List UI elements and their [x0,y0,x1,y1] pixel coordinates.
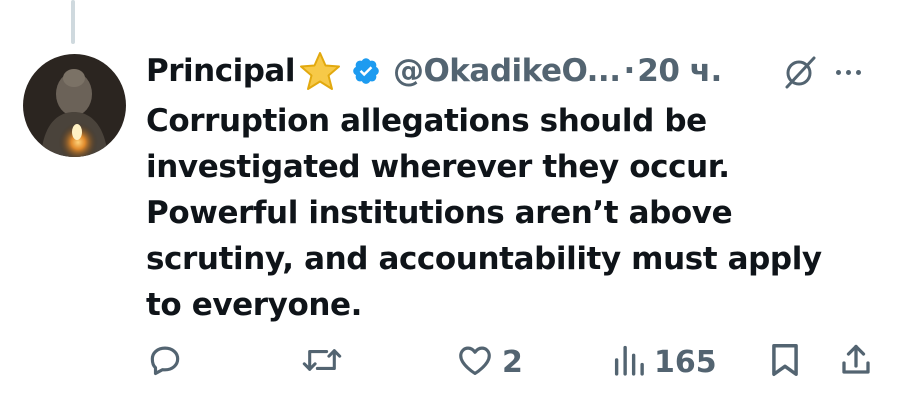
tweet-text-line: to everyone. [146,287,363,323]
share-button[interactable] [838,337,874,387]
views-button[interactable]: 165 [612,337,717,387]
like-button[interactable]: 2 [456,337,523,387]
timestamp[interactable]: 20 ч. [637,53,722,89]
tweet-text-line: scrutiny, and accountability must apply [146,241,822,277]
verified-badge-icon[interactable] [351,56,381,86]
retweet-button[interactable] [302,337,342,387]
reply-icon [146,341,184,383]
tweet-header: Principal @OkadikeO... · 20 ч. [146,46,722,96]
author-name[interactable]: Principal [146,53,295,89]
like-icon [456,341,494,383]
like-count: 2 [502,344,523,380]
share-icon [838,341,874,383]
views-count: 165 [654,344,717,380]
action-bar: 2 165 [0,337,900,387]
tweet-text-line: Corruption allegations should be [146,103,707,139]
avatar[interactable] [23,54,126,157]
bookmark-icon [768,341,802,383]
tweet-text-line: investigated wherever they occur. [146,149,730,185]
separator-dot: · [623,53,636,89]
author-handle[interactable]: @OkadikeO... [393,53,621,89]
reply-button[interactable] [146,337,184,387]
thread-line [71,0,75,44]
retweet-icon [302,341,342,383]
tweet-text: Corruption allegations should be investi… [146,98,866,328]
views-icon [612,341,646,383]
bookmark-button[interactable] [768,337,802,387]
grok-icon[interactable] [782,54,818,94]
star-emoji-icon [297,51,343,91]
more-icon[interactable] [836,54,861,90]
tweet-text-line: Powerful institutions aren’t above [146,195,733,231]
